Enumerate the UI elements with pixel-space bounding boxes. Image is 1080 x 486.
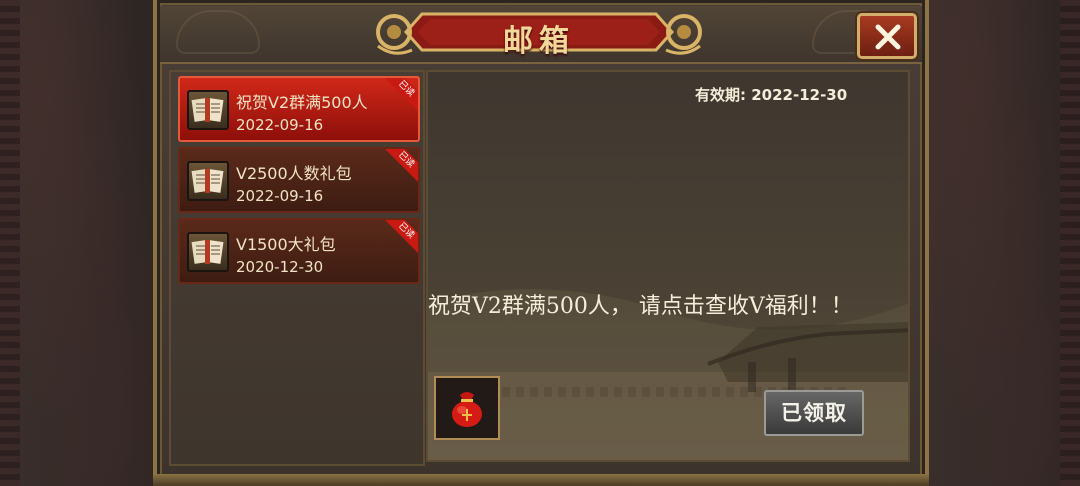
mail-date: 2022-09-16 <box>236 116 324 134</box>
claim-button[interactable]: 已领取 <box>764 390 864 436</box>
mail-item-3[interactable]: V1500大礼包 2020-12-30 已读 <box>178 218 420 284</box>
frame-bottom-border <box>153 474 929 486</box>
mail-message: 祝贺V2群满500人， 请点击查收V福利！！ <box>428 294 853 319</box>
mail-title: 祝贺V2群满500人 <box>236 93 368 112</box>
expiry-date: 有效期: 2022-12-30 <box>695 86 848 104</box>
left-edge-decoration <box>0 0 20 486</box>
read-badge: 已读 <box>379 78 418 116</box>
mail-item-2[interactable]: V2500人数礼包 2022-09-16 已读 <box>178 147 420 213</box>
mail-date: 2022-09-16 <box>236 187 324 205</box>
letter-scroll-icon <box>187 90 229 130</box>
read-badge: 已读 <box>379 220 418 258</box>
right-edge-decoration <box>1060 0 1080 486</box>
red-money-bag-icon <box>452 392 482 427</box>
title-plate: 邮箱 <box>372 6 706 59</box>
mail-date: 2020-12-30 <box>236 258 324 276</box>
read-badge: 已读 <box>379 149 418 187</box>
mail-item-1[interactable]: 祝贺V2群满500人 2022-09-16 已读 <box>178 76 420 142</box>
left-background <box>0 0 160 486</box>
letter-scroll-icon <box>187 232 229 272</box>
close-button[interactable] <box>857 13 917 59</box>
mail-title: V1500大礼包 <box>236 235 336 254</box>
right-background <box>920 0 1080 486</box>
letter-scroll-icon <box>187 161 229 201</box>
window-title: 邮箱 <box>503 24 575 59</box>
mail-title: V2500人数礼包 <box>236 164 352 183</box>
reward-item-slot[interactable] <box>434 376 500 440</box>
close-x-icon <box>875 24 901 50</box>
